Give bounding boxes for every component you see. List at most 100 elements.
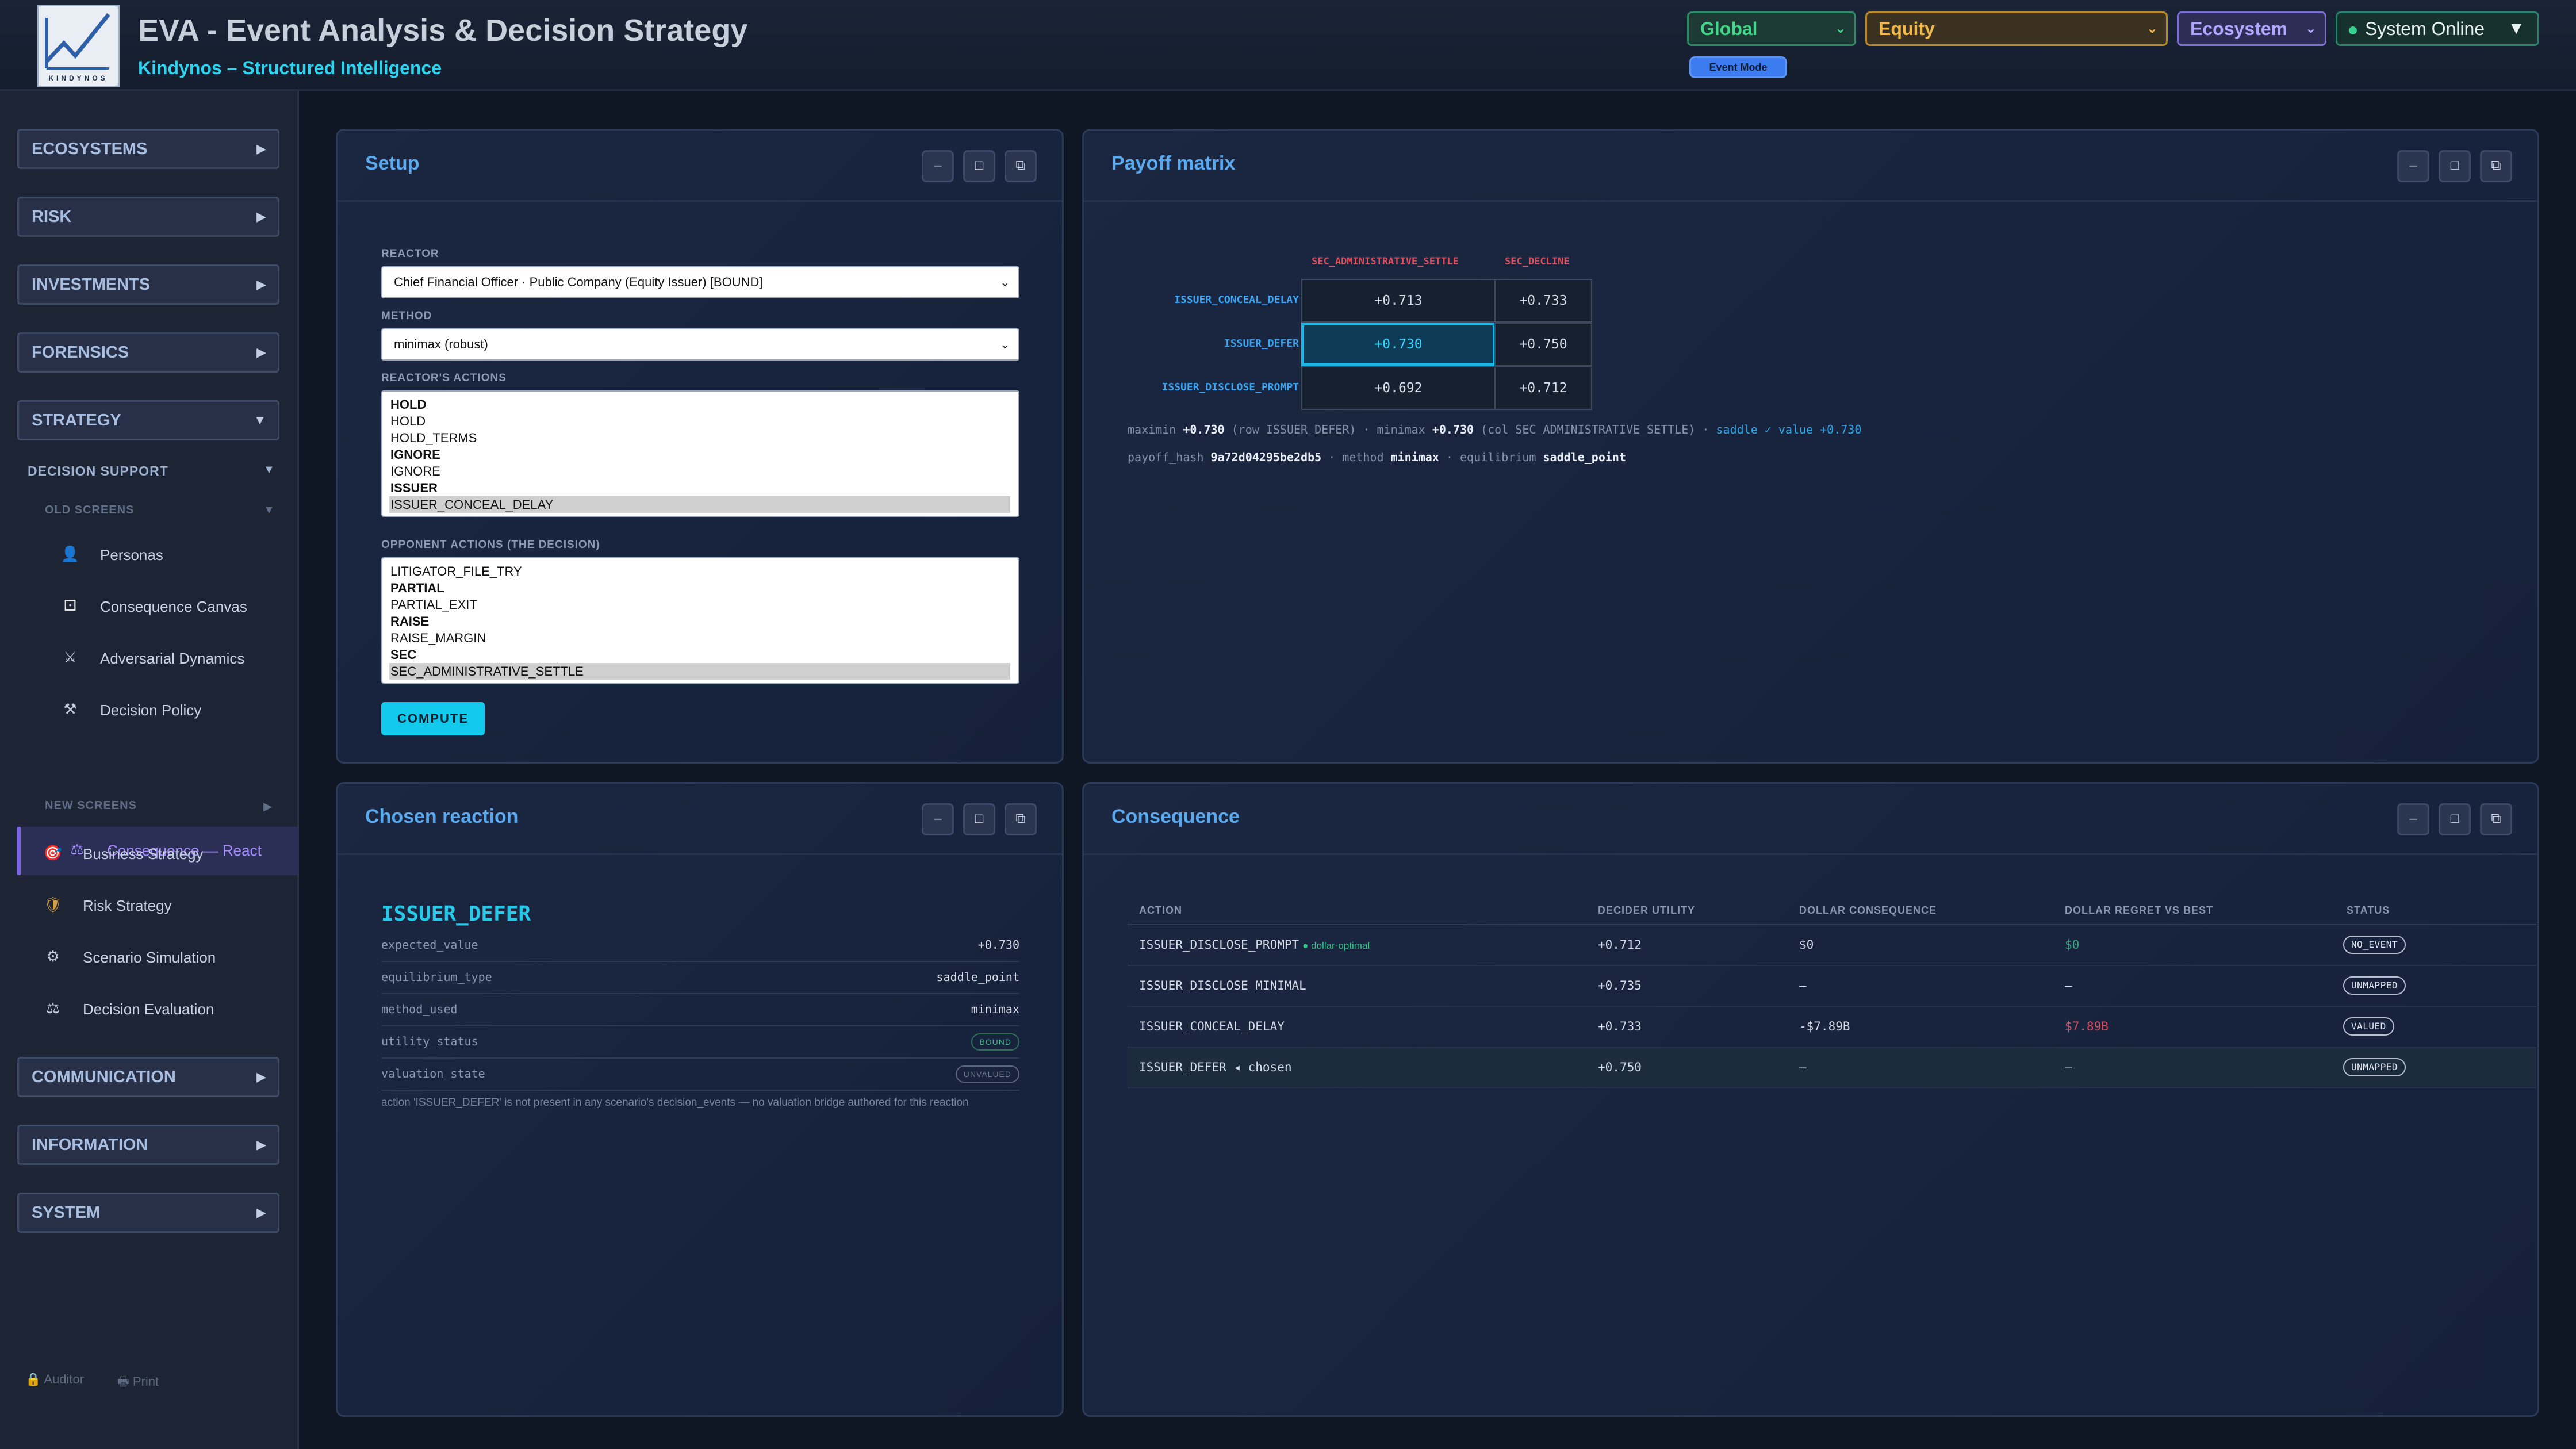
kv-value: saddle_point: [936, 970, 1020, 984]
action-cell: ISSUER_DEFER ◂ chosen: [1139, 1060, 1292, 1074]
reactor-select[interactable]: Chief Financial Officer · Public Company…: [381, 266, 1019, 298]
matrix-cell[interactable]: +0.750: [1494, 323, 1592, 366]
nav-communication[interactable]: COMMUNICATION ▶: [17, 1057, 279, 1097]
decision-support-toggle[interactable]: DECISION SUPPORT ▼: [28, 463, 275, 479]
table-row-chosen[interactable]: ISSUER_DEFER ◂ chosen +0.750 — — UNMAPPE…: [1128, 1048, 2536, 1088]
table-row[interactable]: ISSUER_DISCLOSE_PROMPT ● dollar-optimal +…: [1128, 925, 2536, 966]
asset-class-select[interactable]: Equity ⌄: [1865, 12, 2168, 46]
list-group: HOLD: [390, 397, 427, 412]
panel-title: Chosen reaction: [365, 806, 519, 827]
list-option[interactable]: LITIGATOR_FILE_TRY: [390, 563, 522, 580]
reactor-select-value: Chief Financial Officer · Public Company…: [394, 275, 763, 289]
nav-risk[interactable]: RISK ▶: [17, 197, 279, 237]
kv-row: expected_value +0.730: [381, 930, 1019, 962]
lock-icon: 🔒: [25, 1372, 41, 1386]
list-option-selected[interactable]: SEC_ADMINISTRATIVE_SETTLE: [389, 663, 1010, 680]
section-label: OLD SCREENS: [45, 504, 135, 516]
sidebar-item-business-strategy[interactable]: 🎯 Business Strategy: [17, 830, 299, 879]
matrix-cell[interactable]: +0.712: [1494, 366, 1592, 410]
maximize-button[interactable]: □: [2439, 803, 2471, 835]
dollar-cell: —: [1799, 979, 1807, 992]
nav-forensics[interactable]: FORENSICS ▶: [17, 332, 279, 373]
reactor-actions-label: REACTOR'S ACTIONS: [381, 372, 507, 384]
summary-text: payoff_hash: [1128, 450, 1211, 464]
reactor-actions-listbox[interactable]: HOLD HOLD HOLD_TERMS IGNORE IGNORE ISSUE…: [381, 390, 1019, 517]
list-option[interactable]: HOLD: [390, 413, 425, 430]
maximize-button[interactable]: □: [963, 803, 995, 835]
system-status-dropdown[interactable]: System Online ▼: [2336, 12, 2539, 46]
list-option[interactable]: HOLD_TERMS: [390, 430, 477, 446]
consequence-panel: Consequence – □ ⧉ ACTION DECIDER UTILITY…: [1082, 782, 2539, 1417]
caret-down-icon: ▼: [2508, 19, 2525, 38]
minimize-button[interactable]: –: [2397, 150, 2429, 182]
old-screens-toggle[interactable]: OLD SCREENS ▼: [45, 504, 275, 517]
nav-ecosystems[interactable]: ECOSYSTEMS ▶: [17, 129, 279, 169]
new-screens-toggle[interactable]: NEW SCREENS ▶: [45, 799, 272, 813]
event-mode-toggle[interactable]: Event Mode: [1689, 56, 1787, 78]
sidebar-item-decision-evaluation[interactable]: ⚖ Decision Evaluation: [17, 986, 299, 1034]
maximize-button[interactable]: □: [2439, 150, 2471, 182]
sidebar-item-adversarial-dynamics[interactable]: ⚔ Adversarial Dynamics: [17, 635, 299, 683]
sidebar-item-scenario-simulation[interactable]: ⚙ Scenario Simulation: [17, 934, 299, 982]
list-option-selected[interactable]: ISSUER_CONCEAL_DELAY: [389, 496, 1010, 513]
sidebar-item-label: Decision Evaluation: [83, 1000, 214, 1018]
sidebar-item-label: Consequence Canvas: [100, 598, 247, 615]
nav-strategy[interactable]: STRATEGY ▼: [17, 400, 279, 440]
nav-information[interactable]: INFORMATION ▶: [17, 1125, 279, 1165]
method-select[interactable]: minimax (robust) ⌄: [381, 328, 1019, 361]
list-option[interactable]: RAISE_MARGIN: [390, 630, 486, 646]
status-badge: BOUND: [971, 1033, 1019, 1051]
action-cell: ISSUER_CONCEAL_DELAY: [1139, 1019, 1285, 1033]
chevron-down-icon: ⌄: [2305, 21, 2317, 36]
sidebar-item-personas[interactable]: 👤 Personas: [17, 531, 299, 580]
minimize-button[interactable]: –: [922, 803, 954, 835]
minimize-button[interactable]: –: [922, 150, 954, 182]
payoff-hash-value: 9a72d04295be2db5: [1210, 450, 1322, 464]
scales-icon: ⚖: [46, 999, 60, 1017]
matrix-cell-highlighted[interactable]: +0.730: [1301, 323, 1496, 366]
panel-title: Payoff matrix: [1111, 152, 1236, 174]
kv-row: equilibrium_type saddle_point: [381, 962, 1019, 994]
popout-button[interactable]: ⧉: [1005, 803, 1037, 835]
opponent-actions-listbox[interactable]: LITIGATOR_FILE_TRY PARTIAL PARTIAL_EXIT …: [381, 557, 1019, 684]
view-select-value: Ecosystem: [2190, 18, 2287, 39]
list-group: RAISE: [390, 614, 430, 628]
sidebar-item-decision-policy[interactable]: ⚒ Decision Policy: [17, 687, 299, 735]
caret-right-icon: ▶: [256, 1070, 266, 1084]
table-row[interactable]: ISSUER_DISCLOSE_MINIMAL +0.735 — — UNMAP…: [1128, 966, 2536, 1007]
matrix-cell[interactable]: +0.733: [1494, 279, 1592, 323]
sidebar-item-label: Adversarial Dynamics: [100, 650, 245, 667]
list-option[interactable]: IGNORE: [390, 463, 440, 480]
matrix-cell[interactable]: +0.713: [1301, 279, 1496, 323]
kv-key: expected_value: [381, 938, 478, 952]
chevron-down-icon: ⌄: [999, 275, 1010, 289]
logo-wordmark: KINDYNOS: [48, 74, 108, 82]
summary-value: +0.730: [1183, 423, 1225, 436]
payoff-hash-line: payoff_hash 9a72d04295be2db5 · method mi…: [1128, 450, 1626, 464]
list-option[interactable]: PARTIAL_EXIT: [390, 596, 477, 613]
kv-key: method_used: [381, 1002, 458, 1016]
print-link[interactable]: 🖶 Print: [117, 1372, 159, 1394]
popout-button[interactable]: ⧉: [2480, 150, 2512, 182]
sidebar-item-consequence-canvas[interactable]: ⚀ Consequence Canvas: [17, 583, 299, 631]
caret-right-icon: ▶: [256, 1205, 266, 1220]
scope-select[interactable]: Global ⌄: [1687, 12, 1856, 46]
nav-investments[interactable]: INVESTMENTS ▶: [17, 264, 279, 305]
auditor-label: Auditor: [44, 1372, 85, 1386]
saddle-indicator: saddle ✓ value +0.730: [1716, 423, 1862, 436]
maximize-button[interactable]: □: [963, 150, 995, 182]
column-header: DOLLAR CONSEQUENCE: [1799, 904, 1937, 916]
sidebar-item-risk-strategy[interactable]: 🛡 Risk Strategy: [17, 882, 299, 930]
minimize-button[interactable]: –: [2397, 803, 2429, 835]
column-header: DOLLAR REGRET VS BEST: [2065, 904, 2214, 916]
nav-system[interactable]: SYSTEM ▶: [17, 1193, 279, 1233]
popout-button[interactable]: ⧉: [2480, 803, 2512, 835]
popout-button[interactable]: ⧉: [1005, 150, 1037, 182]
table-row[interactable]: ISSUER_CONCEAL_DELAY +0.733 -$7.89B $7.8…: [1128, 1007, 2536, 1048]
matrix-cell[interactable]: +0.692: [1301, 366, 1496, 410]
status-badge: UNMAPPED: [2343, 1058, 2406, 1076]
action-cell: ISSUER_DISCLOSE_MINIMAL: [1139, 979, 1306, 992]
compute-button[interactable]: COMPUTE: [381, 702, 485, 735]
view-select[interactable]: Ecosystem ⌄: [2177, 12, 2326, 46]
auditor-link[interactable]: 🔒 Auditor: [25, 1372, 84, 1387]
